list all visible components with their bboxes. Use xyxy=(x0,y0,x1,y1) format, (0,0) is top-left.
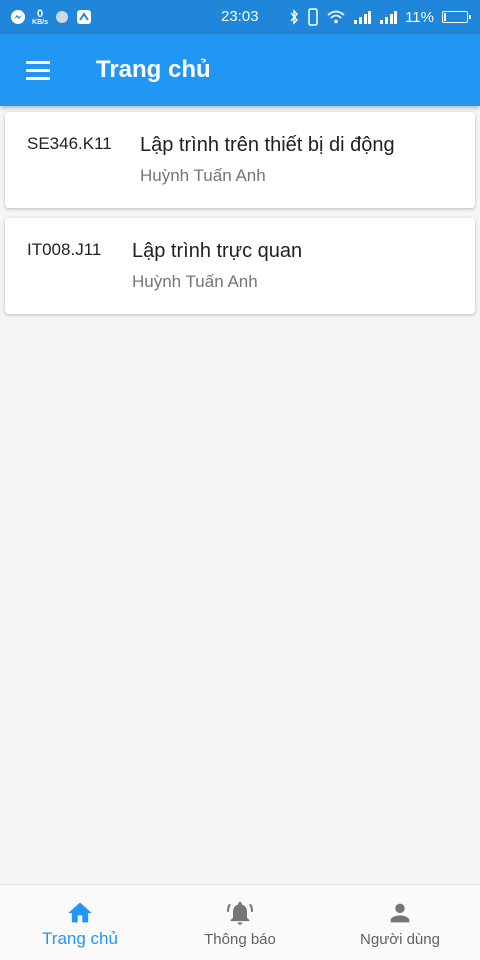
menu-icon xyxy=(26,60,50,64)
status-bar: 0 KB/s 23:03 11% xyxy=(0,0,480,34)
menu-button[interactable] xyxy=(14,46,62,94)
course-code: SE346.K11 xyxy=(27,134,112,153)
network-speed: 0 KB/s xyxy=(32,7,48,26)
battery-percent: 11% xyxy=(405,8,434,26)
nav-item-home[interactable]: Trang chủ xyxy=(0,885,160,960)
nav-item-user[interactable]: Người dùng xyxy=(320,885,480,960)
home-icon xyxy=(68,902,92,923)
circle-notification-icon xyxy=(56,11,68,23)
course-code: IT008.J11 xyxy=(27,240,102,259)
bottom-navigation: Trang chủ Thông báo Người dùng xyxy=(0,884,480,960)
bluetooth-icon xyxy=(290,9,299,25)
nav-item-notifications[interactable]: Thông báo xyxy=(160,885,320,960)
app-bar: Trang chủ xyxy=(0,34,480,106)
messenger-icon xyxy=(11,10,25,24)
signal-icon-2 xyxy=(380,11,398,24)
battery-fill xyxy=(444,13,446,21)
course-card[interactable]: SE346.K11 Lập trình trên thiết bị di độn… xyxy=(5,112,475,208)
wifi-icon xyxy=(327,10,345,24)
nav-label-user: Người dùng xyxy=(360,931,440,948)
nav-label-home: Trang chủ xyxy=(42,929,118,948)
course-name: Lập trình trên thiết bị di động xyxy=(140,134,395,156)
battery-icon xyxy=(442,11,471,23)
vibrate-icon xyxy=(308,8,318,26)
network-speed-value: 0 xyxy=(36,7,44,20)
page-title: Trang chủ xyxy=(96,56,211,83)
signal-icon xyxy=(354,11,372,24)
person-icon xyxy=(390,903,410,923)
course-teacher: Huỳnh Tuấn Anh xyxy=(132,272,258,291)
course-name: Lập trình trực quan xyxy=(132,240,303,262)
app-notification-icon xyxy=(77,10,91,24)
status-time: 23:03 xyxy=(221,8,259,25)
nav-label-notifications: Thông báo xyxy=(204,931,276,948)
course-card[interactable]: IT008.J11 Lập trình trực quan Huỳnh Tuấn… xyxy=(5,218,475,314)
status-bar-system: 11% xyxy=(289,7,471,27)
course-teacher: Huỳnh Tuấn Anh xyxy=(140,166,266,185)
status-bar-notifications: 0 KB/s xyxy=(10,7,92,27)
network-speed-unit: KB/s xyxy=(32,18,48,26)
bell-icon xyxy=(227,901,253,925)
